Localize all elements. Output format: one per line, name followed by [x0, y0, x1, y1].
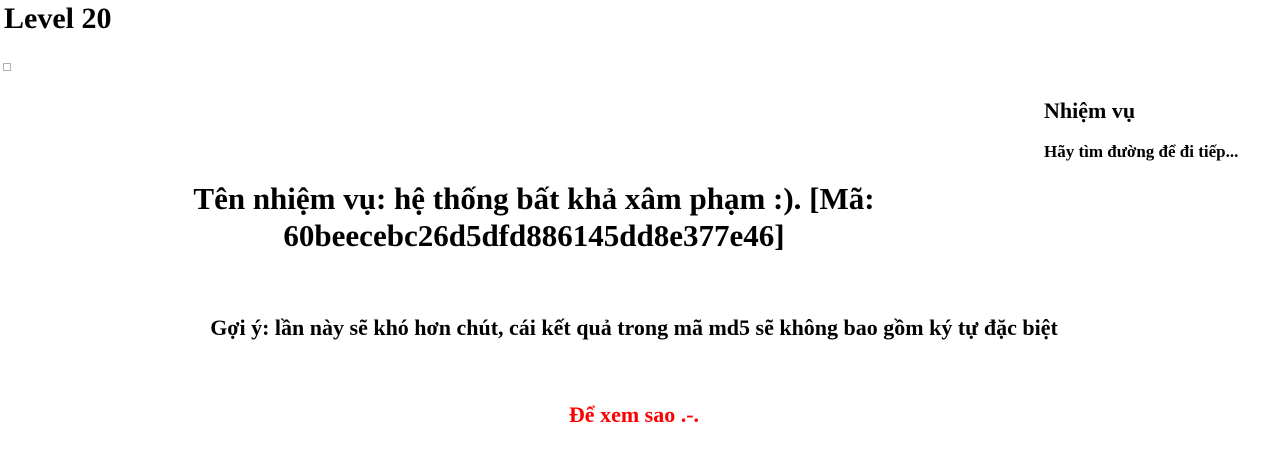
teaser-text: Để xem sao .-. [568, 402, 700, 427]
mission-panel-heading: Nhiệm vụ [1044, 98, 1136, 123]
mission-name: Tên nhiệm vụ: hệ thống bất khả xâm phạm … [90, 180, 978, 254]
mission-panel: Nhiệm vụ Hãy tìm đường để đi tiếp... [1044, 98, 1271, 162]
broken-image-icon [3, 63, 11, 71]
mission-name-line-2: 60beecebc26d5dfd886145dd8e377e46] [283, 218, 785, 253]
page-title: Level 20 [4, 2, 112, 35]
hint-text: Gợi ý: lần này sẽ khó hơn chút, cái kết … [210, 315, 1058, 340]
mission-panel-description: Hãy tìm đường để đi tiếp... [1044, 142, 1239, 161]
mission-name-line-1: Tên nhiệm vụ: hệ thống bất khả xâm phạm … [193, 181, 875, 216]
